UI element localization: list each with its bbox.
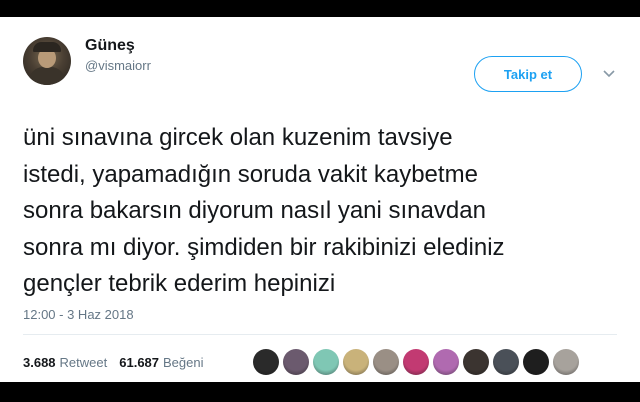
liker-avatar[interactable] (433, 349, 459, 375)
tweet-stats: 3.688 Retweet 61.687 Beğeni (23, 355, 216, 370)
liker-avatar[interactable] (463, 349, 489, 375)
liker-avatars (253, 349, 583, 375)
liker-avatar[interactable] (523, 349, 549, 375)
tweet-text: üni sınavına gircek olan kuzenim tavsiye… (23, 124, 505, 297)
follow-button[interactable]: Takip et (474, 56, 582, 92)
user-avatar[interactable] (23, 37, 71, 85)
liker-avatar[interactable] (253, 349, 279, 375)
tweet-timestamp[interactable]: 12:00 - 3 Haz 2018 (23, 307, 134, 322)
like-label[interactable]: Beğeni (163, 355, 203, 370)
user-name[interactable]: Güneş (85, 37, 135, 55)
tweet-card: Güneş @vismaiorr Takip et üni sınavına g… (0, 17, 640, 382)
avatar-body-shape (29, 67, 65, 85)
liker-avatar[interactable] (283, 349, 309, 375)
liker-avatar[interactable] (403, 349, 429, 375)
liker-avatar[interactable] (343, 349, 369, 375)
liker-avatar[interactable] (493, 349, 519, 375)
user-handle[interactable]: @vismaiorr (85, 58, 151, 73)
liker-avatar[interactable] (553, 349, 579, 375)
retweet-label[interactable]: Retweet (60, 355, 108, 370)
avatar-hat-shape (33, 42, 61, 52)
chevron-down-icon[interactable] (603, 70, 615, 78)
like-count[interactable]: 61.687 (119, 355, 159, 370)
divider (23, 334, 617, 335)
liker-avatar[interactable] (313, 349, 339, 375)
retweet-count[interactable]: 3.688 (23, 355, 56, 370)
liker-avatar[interactable] (373, 349, 399, 375)
